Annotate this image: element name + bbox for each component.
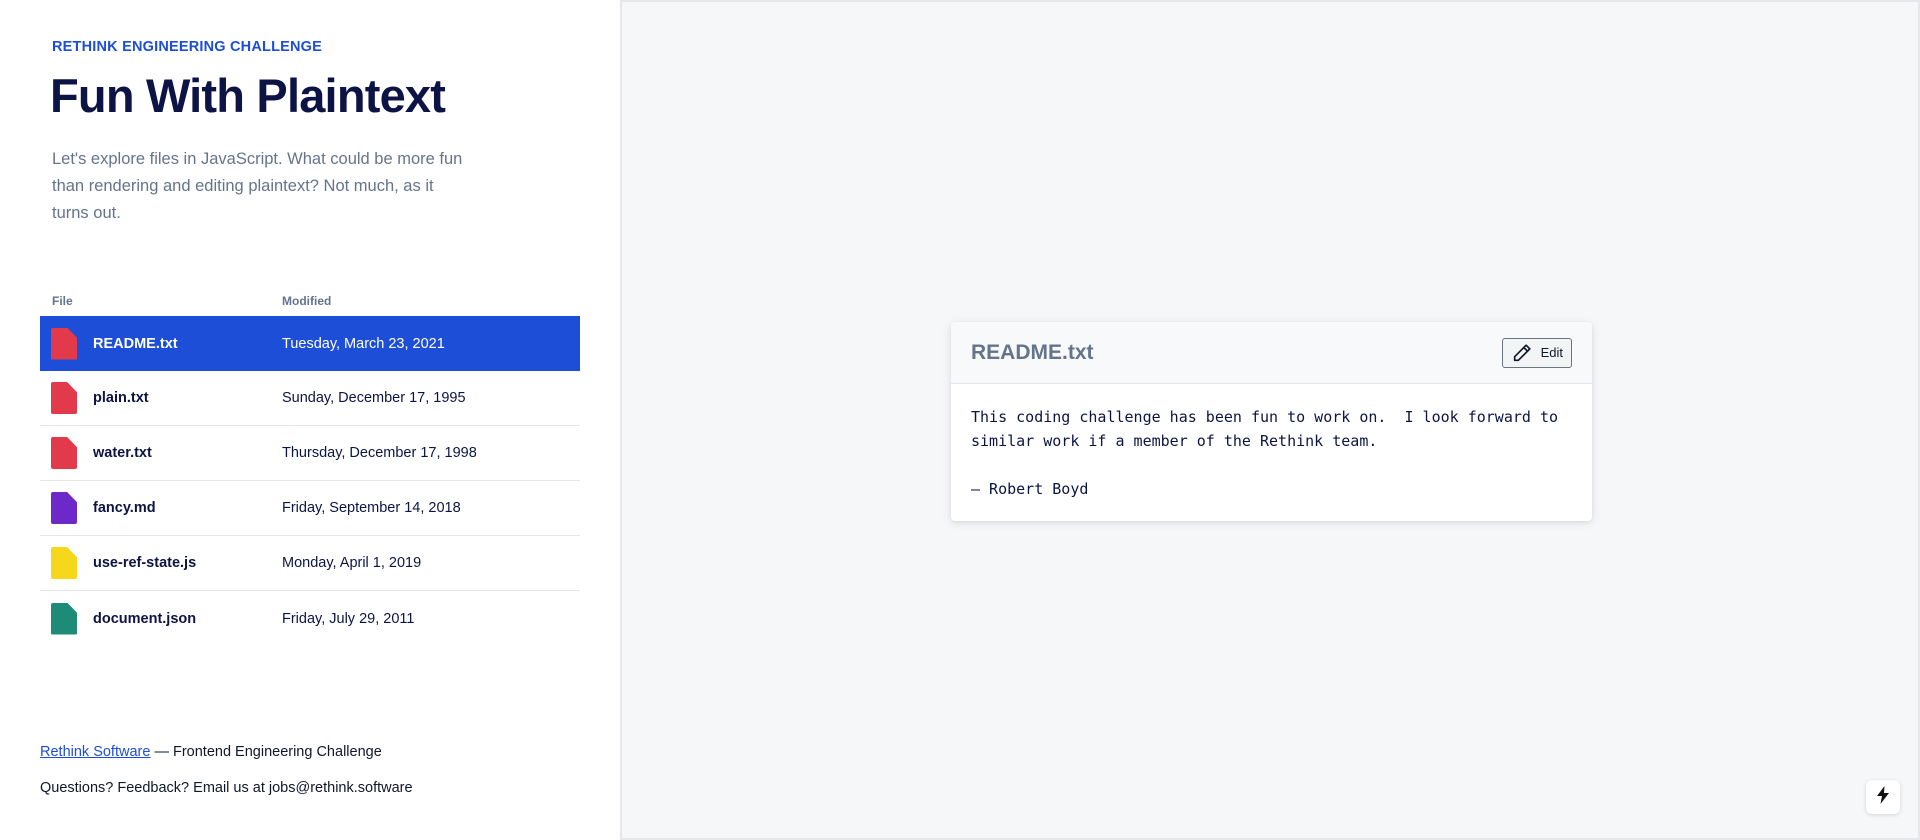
file-viewer-title: README.txt	[971, 340, 1094, 364]
file-name-cell: document.json	[40, 602, 282, 635]
lightning-bolt-icon	[1876, 785, 1890, 809]
file-table-header: File Modified	[40, 286, 580, 316]
file-row[interactable]: plain.txt Sunday, December 17, 1995	[40, 371, 580, 426]
file-name-label: use-ref-state.js	[93, 555, 197, 571]
file-name-label: plain.txt	[93, 390, 149, 406]
file-modified-date: Monday, April 1, 2019	[282, 555, 422, 571]
file-viewer-card: README.txt Edit This coding challenge ha…	[951, 322, 1592, 521]
file-row[interactable]: use-ref-state.js Monday, April 1, 2019	[40, 536, 580, 591]
dev-tools-badge[interactable]	[1866, 780, 1900, 814]
file-viewer-header: README.txt Edit	[951, 322, 1592, 384]
column-header-file: File	[52, 294, 73, 308]
file-name-label: fancy.md	[93, 500, 156, 516]
file-row[interactable]: fancy.md Friday, September 14, 2018	[40, 481, 580, 536]
file-name-cell: use-ref-state.js	[40, 547, 282, 579]
file-modified-date: Sunday, December 17, 1995	[282, 390, 466, 406]
file-name-label: water.txt	[93, 445, 152, 461]
file-browser-panel: RETHINK ENGINEERING CHALLENGE Fun With P…	[0, 0, 620, 840]
rethink-software-link[interactable]: Rethink Software	[40, 744, 150, 760]
column-header-modified: Modified	[282, 294, 332, 308]
file-name-label: document.json	[93, 610, 197, 627]
file-modified-date: Friday, September 14, 2018	[282, 500, 461, 516]
js-file-icon	[51, 547, 77, 579]
file-list: README.txt Tuesday, March 23, 2021 plain.t…	[40, 316, 580, 646]
edit-button-label: Edit	[1540, 345, 1563, 360]
pencil-icon	[1511, 342, 1533, 364]
md-file-icon	[51, 492, 77, 524]
file-name-cell: README.txt	[40, 327, 282, 360]
app-root: RETHINK ENGINEERING CHALLENGE Fun With P…	[0, 0, 1920, 840]
file-name-cell: water.txt	[40, 437, 282, 469]
file-name-cell: fancy.md	[40, 492, 282, 524]
txt-file-icon	[51, 382, 77, 414]
edit-button[interactable]: Edit	[1501, 337, 1572, 368]
file-modified-date: Tuesday, March 23, 2021	[282, 335, 445, 352]
file-row[interactable]: README.txt Tuesday, March 23, 2021	[40, 316, 580, 371]
txt-file-icon	[51, 327, 77, 360]
file-row[interactable]: document.json Friday, July 29, 2011	[40, 591, 580, 646]
footer-credits: Rethink Software — Frontend Engineering …	[40, 744, 382, 760]
file-row[interactable]: water.txt Thursday, December 17, 1998	[40, 426, 580, 481]
file-modified-date: Thursday, December 17, 1998	[282, 445, 477, 461]
txt-file-icon	[51, 437, 77, 469]
footer-credits-text: — Frontend Engineering Challenge	[150, 744, 382, 760]
file-table: File Modified README.txt Tuesday, March 2…	[40, 286, 580, 646]
page-title: Fun With Plaintext	[50, 69, 446, 122]
file-name-cell: plain.txt	[40, 382, 282, 414]
eyebrow-label: RETHINK ENGINEERING CHALLENGE	[52, 39, 323, 55]
json-file-icon	[51, 602, 77, 635]
preview-panel: README.txt Edit This coding challenge ha…	[620, 0, 1920, 840]
file-modified-date: Friday, July 29, 2011	[282, 610, 415, 627]
intro-text: Let's explore files in JavaScript. What …	[52, 150, 463, 222]
file-name-label: README.txt	[93, 335, 178, 352]
footer-contact: Questions? Feedback? Email us at jobs@re…	[40, 780, 413, 796]
file-viewer-content: This coding challenge has been fun to wo…	[971, 408, 1558, 498]
